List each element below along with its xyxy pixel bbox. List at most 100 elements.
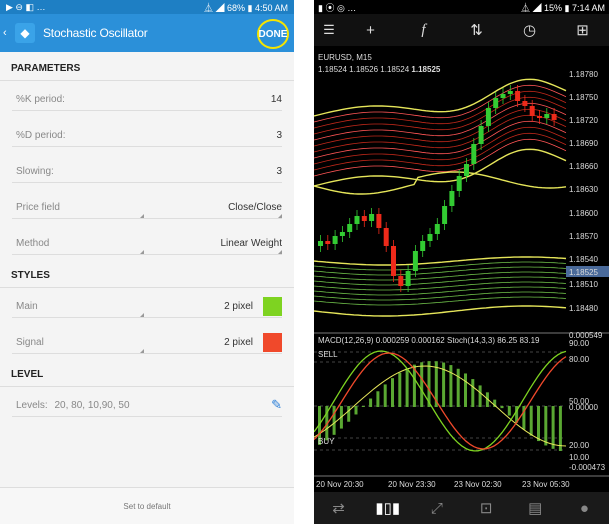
candle-body [391, 246, 396, 276]
indicator-tick-label: 90.00 [569, 339, 590, 348]
field-value[interactable]: 3 [276, 166, 282, 177]
price-tick-label: 1.18690 [569, 139, 598, 148]
time-tick-label: 20 Nov 20:30 [316, 480, 364, 489]
field-label: Signal [16, 336, 44, 348]
chart-tab-icon[interactable]: ▮▯▮ [363, 499, 412, 517]
macd-bar [376, 391, 380, 407]
select-value[interactable]: Linear Weight [220, 238, 282, 249]
candle-body [471, 144, 477, 164]
macd-bar [391, 378, 394, 407]
menu-icon[interactable]: ☰ [314, 22, 344, 38]
macd-bar [354, 406, 358, 415]
dropdown-corner-icon [140, 349, 144, 353]
candle-body [456, 176, 462, 191]
status-right: ⏅ ◢ 68% ▮ 4:50 AM [204, 2, 288, 13]
d-period-field[interactable]: %D period: 3 [0, 117, 294, 153]
price-tick-label: 1.18570 [569, 232, 598, 241]
field-label: Levels: [16, 399, 48, 411]
price-tick-label: 1.18510 [569, 280, 598, 289]
function-icon[interactable]: f [397, 22, 450, 39]
sell-label: SELL [318, 350, 338, 359]
edit-pencil-icon[interactable]: ✎ [271, 397, 282, 413]
main-style-row[interactable]: Main 2 pixel [0, 288, 294, 324]
crosshair-icon[interactable]: + [344, 22, 397, 39]
section-styles: STYLES [0, 265, 294, 288]
field-value[interactable]: 14 [271, 94, 282, 105]
symbol-label: EURUSD, M15 [318, 53, 372, 62]
candle-body [551, 114, 557, 120]
back-chevron-icon[interactable]: ‹ [0, 27, 13, 39]
candle-body [325, 241, 331, 244]
done-button[interactable]: DONE [257, 19, 289, 49]
candle-body [339, 232, 345, 236]
new-order-icon[interactable]: ⊞ [556, 21, 609, 39]
line-width-select[interactable]: 2 pixel [224, 337, 253, 348]
price-tick-label: 1.18660 [569, 162, 598, 171]
dropdown-corner-icon [278, 250, 282, 254]
macd-bar [544, 406, 548, 446]
candle-body [515, 91, 521, 101]
trade-icon[interactable]: ⤢ [412, 500, 461, 517]
symbols-icon[interactable]: ⇅ [450, 21, 503, 39]
chart-toolbar: ☰ + f ⇅ ◷ ⊞ [314, 14, 609, 46]
macd-bar [456, 368, 460, 407]
price-tick-label: 1.18480 [569, 304, 598, 313]
candle-body [405, 271, 411, 286]
price-tick-label: 1.18720 [569, 116, 598, 125]
quotes-icon[interactable]: ⇄ [314, 499, 363, 517]
page-title: Stochastic Oscillator [43, 26, 148, 40]
line-width-select[interactable]: 2 pixel [224, 301, 253, 312]
macd-bar [347, 406, 351, 422]
status-icons: ▮ ⦿ ◎ … [318, 2, 357, 13]
candle-body [420, 241, 426, 251]
indicator-tick-label: 80.00 [569, 355, 590, 364]
k-period-field[interactable]: %K period: 14 [0, 81, 294, 117]
main-color-swatch[interactable] [263, 296, 282, 316]
candle-body [383, 228, 389, 246]
macd-bar [537, 406, 540, 442]
news-icon[interactable]: ▤ [511, 499, 560, 517]
app-logo-icon: ◆ [15, 23, 35, 43]
dropdown-corner-icon [140, 214, 144, 218]
signal-color-swatch[interactable] [263, 332, 282, 352]
indicator-tick-label: 20.00 [569, 441, 590, 450]
macd-bar [464, 373, 467, 407]
levels-row[interactable]: Levels: 20, 80, 10,90, 50 ✎ [0, 387, 294, 423]
chat-icon[interactable]: ● [560, 500, 609, 517]
bottom-nav: ⇄ ▮▯▮ ⤢ ⊡ ▤ ● [314, 492, 609, 524]
candle-body [347, 224, 353, 232]
select-value[interactable]: Close/Close [228, 202, 282, 213]
candle-body [442, 206, 448, 224]
price-field-select[interactable]: Price field Close/Close [0, 189, 294, 225]
candle-body [427, 234, 433, 241]
slowing-field[interactable]: Slowing: 3 [0, 153, 294, 189]
history-icon[interactable]: ⊡ [462, 499, 511, 517]
macd-bar [529, 406, 533, 436]
field-label: Main [16, 300, 38, 312]
macd-bar [405, 368, 409, 407]
candle-body [354, 216, 360, 224]
candle-body [361, 216, 367, 221]
candle-body [376, 214, 382, 228]
signal-style-row[interactable]: Signal 2 pixel [0, 324, 294, 360]
candle-body [522, 101, 528, 106]
macd-bar [383, 384, 387, 407]
price-chart[interactable]: 1.18780 1.18750 1.18720 1.18690 1.18660 1.186… [314, 46, 609, 491]
price-tick-label: 1.18540 [569, 255, 598, 264]
chart-screen: ▮ ⦿ ◎ … ⏅ ◢ 15% ▮ 7:14 AM ☰ + f ⇅ ◷ ⊞ 1.… [314, 0, 609, 524]
candle-body [449, 191, 455, 206]
candle-body [544, 114, 550, 118]
field-label: Price field [16, 201, 60, 213]
price-tick-label: 1.18750 [569, 93, 598, 102]
field-value[interactable]: 3 [276, 130, 282, 141]
field-label: Slowing: [16, 165, 54, 177]
time-tick-label: 20 Nov 23:30 [388, 480, 436, 489]
macd-bar [332, 406, 336, 435]
method-select[interactable]: Method Linear Weight [0, 225, 294, 261]
clock-icon[interactable]: ◷ [503, 21, 556, 39]
status-bar: ▮ ⦿ ◎ … ⏅ ◢ 15% ▮ 7:14 AM [314, 0, 609, 14]
set-default-button[interactable]: Set to default [0, 487, 294, 524]
status-bar: ▶ ⊖ ◧ … ⏅ ◢ 68% ▮ 4:50 AM [0, 0, 294, 14]
macd-bar [420, 362, 424, 407]
quote-values: 1.18524 1.18526 1.18524 [318, 65, 411, 74]
